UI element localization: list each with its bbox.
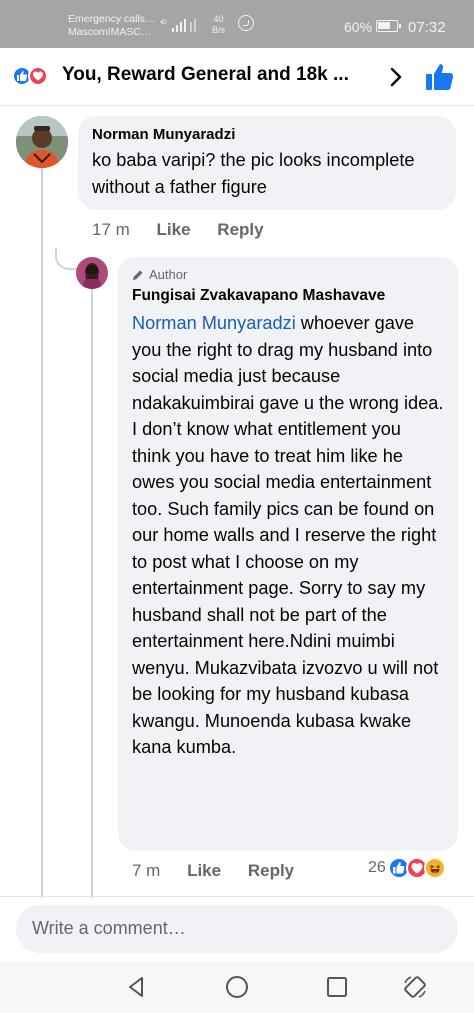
recents-icon[interactable] (324, 974, 350, 1000)
author-badge-label: Author (149, 267, 188, 282)
reply-body: whoever gave you the right to drag my hu… (132, 313, 444, 757)
carrier-info: Emergency calls… MascomIMASC… (68, 13, 156, 39)
header-reaction-icons (12, 65, 60, 87)
write-comment-input[interactable]: Write a comment… (16, 905, 458, 953)
signal-icon: 4G (160, 18, 200, 36)
reaction-count: 26 (368, 859, 386, 876)
reply-author[interactable]: Fungisai Zvakavapano Mashavave (132, 287, 444, 305)
network-type: 4G (160, 20, 167, 26)
clock: 07:32 (408, 19, 446, 36)
avatar[interactable] (16, 116, 68, 168)
reply-connector (55, 248, 77, 270)
home-icon[interactable] (224, 974, 250, 1000)
speed-unit: B/s (212, 25, 226, 35)
network-speed: 40 B/s (212, 14, 225, 36)
comment-bubble[interactable]: Norman Munyaradzi ko baba varipi? the pi… (78, 116, 456, 210)
reactions-header[interactable]: You, Reward General and 18k ... (0, 48, 474, 106)
reply-reactions[interactable]: 26 (368, 857, 448, 879)
rotate-icon[interactable] (402, 974, 428, 1000)
comment-author[interactable]: Norman Munyaradzi (92, 126, 442, 143)
reply-text: Norman Munyaradzi whoever gave you the r… (132, 310, 444, 761)
author-badge: Author (132, 267, 444, 282)
like-button[interactable]: Like (187, 861, 221, 881)
battery-percent: 60% (344, 19, 373, 35)
comment-composer: Write a comment… (0, 896, 474, 962)
reply-button[interactable]: Reply (248, 861, 294, 881)
pencil-icon (133, 270, 143, 280)
reactions-summary[interactable]: You, Reward General and 18k ... (62, 64, 349, 86)
comments-sheet: You, Reward General and 18k ... Norman M… (0, 48, 474, 1013)
reply-actions: 7 m Like Reply (132, 861, 294, 881)
back-icon[interactable] (124, 974, 150, 1000)
reply-button[interactable]: Reply (217, 220, 263, 240)
avatar[interactable] (76, 257, 108, 289)
chevron-right-icon[interactable] (386, 67, 406, 87)
status-bar: Emergency calls… MascomIMASC… 4G 40 B/s … (0, 0, 474, 48)
comment-actions: 17 m Like Reply (92, 220, 264, 240)
reply-bubble[interactable]: Author Fungisai Zvakavapano Mashavave No… (118, 257, 458, 851)
love-icon (28, 66, 48, 86)
thread-line-main (41, 158, 43, 898)
comment-text: ko baba varipi? the pic looks incomplete… (92, 150, 415, 197)
like-post-button[interactable] (424, 62, 456, 92)
comment-time: 17 m (92, 220, 130, 239)
thread-line-reply (91, 284, 93, 898)
mention-link[interactable]: Norman Munyaradzi (132, 313, 296, 333)
carrier-line-1: Emergency calls… (68, 13, 156, 25)
speed-value: 40 (213, 14, 224, 24)
carrier-line-2: MascomIMASC… (68, 26, 152, 38)
whatsapp-icon (238, 15, 254, 31)
like-button[interactable]: Like (157, 220, 191, 240)
reaction-icons (387, 857, 448, 879)
reply-time: 7 m (132, 861, 161, 880)
haha-icon (423, 857, 446, 879)
battery-icon (376, 20, 401, 32)
system-navbar (0, 962, 474, 1013)
